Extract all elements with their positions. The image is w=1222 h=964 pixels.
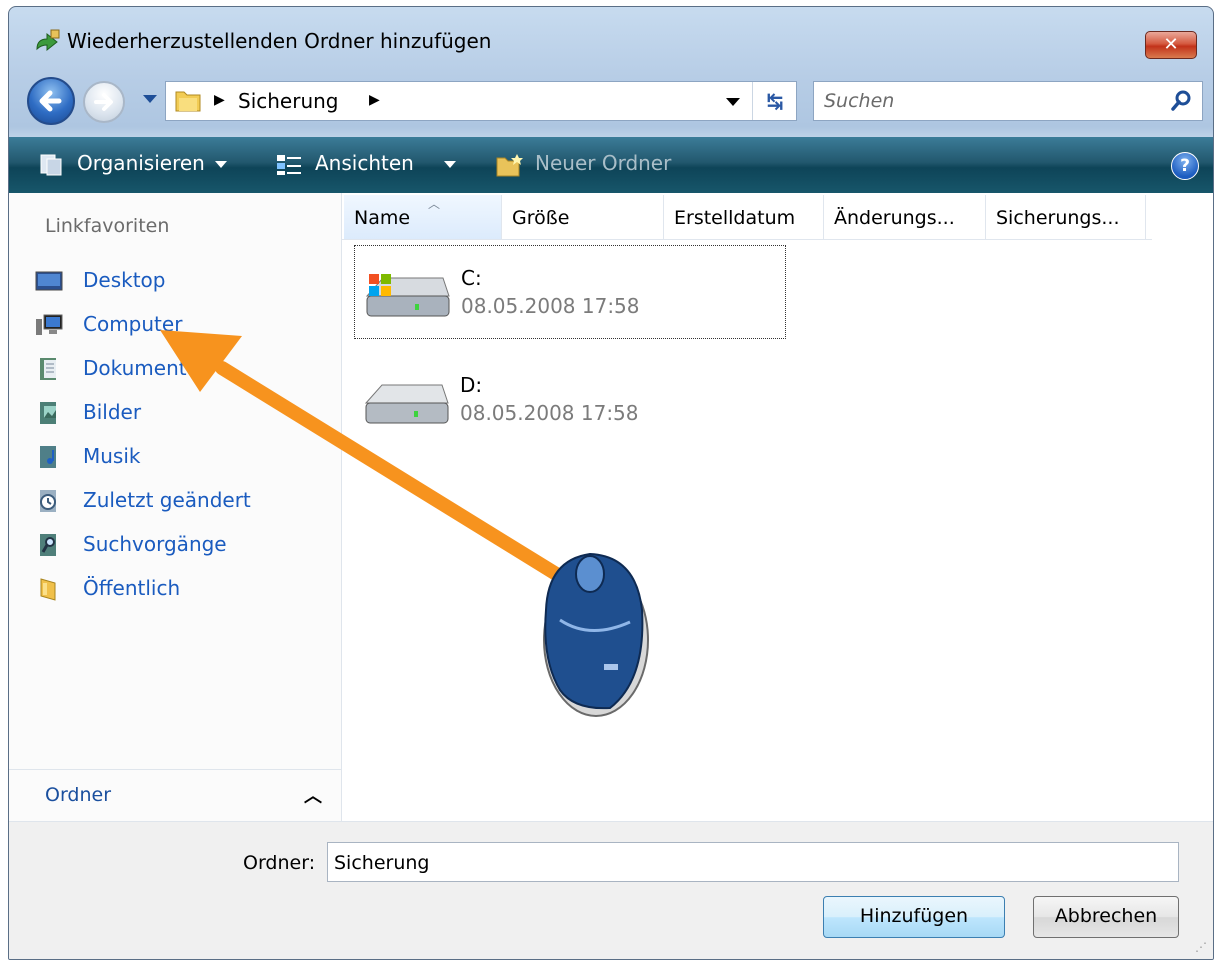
column-header-backup[interactable]: Sicherungs... — [986, 195, 1146, 239]
column-header-modified[interactable]: Änderungs... — [824, 195, 986, 239]
window-title: Wiederherzustellenden Ordner hinzufügen — [67, 29, 492, 53]
sort-ascending-icon: ︿ — [428, 197, 441, 211]
sidebar-item-label: Dokumente — [83, 356, 199, 380]
folder-field[interactable]: Sicherung — [327, 842, 1179, 882]
forward-button[interactable] — [83, 81, 125, 123]
drive-icon — [364, 384, 449, 424]
pictures-icon — [40, 402, 56, 424]
organize-label: Organisieren — [77, 151, 205, 175]
breadcrumb-sicherung[interactable]: Sicherung — [238, 89, 339, 113]
cancel-button[interactable]: Abbrechen — [1033, 896, 1179, 938]
address-bar[interactable]: ▶ Sicherung ▶ ↹ — [165, 81, 797, 121]
column-header-created[interactable]: Erstelldatum — [664, 195, 824, 239]
drive-name: D: — [460, 373, 483, 397]
forward-arrow-icon — [94, 93, 113, 111]
organize-icon — [40, 154, 62, 175]
navigation-bar: ▶ Sicherung ▶ ↹ Suchen — [9, 73, 1213, 129]
drive-name: C: — [461, 266, 482, 290]
new-folder-label: Neuer Ordner — [535, 151, 672, 175]
search-input[interactable]: Suchen — [824, 90, 894, 112]
chevron-down-icon — [214, 161, 227, 168]
back-arrow-icon — [39, 90, 62, 112]
recent-pages-dropdown[interactable] — [143, 95, 157, 103]
new-folder-icon — [496, 153, 523, 176]
desktop-icon — [35, 271, 63, 291]
navigation-pane: Linkfavoriten Desktop Computer Dokumente… — [9, 193, 342, 821]
sidebar-item-music[interactable]: Musik — [35, 441, 335, 475]
file-list: ︿ Name Größe Erstelldatum Änderungs... Si… — [342, 193, 1212, 821]
folders-toggle[interactable]: Ordner ︿ — [9, 769, 341, 822]
chevron-down-icon — [443, 161, 456, 168]
sidebar-item-recent[interactable]: Zuletzt geändert — [35, 485, 335, 519]
sidebar-item-public[interactable]: Öffentlich — [35, 573, 335, 607]
close-icon: ✕ — [1163, 34, 1179, 55]
sidebar-item-label: Desktop — [83, 268, 166, 292]
sidebar-item-label: Suchvorgänge — [83, 532, 227, 556]
sidebar-item-desktop[interactable]: Desktop — [35, 265, 335, 299]
public-folder-icon — [40, 578, 56, 601]
drive-date: 08.05.2008 17:58 — [461, 294, 640, 318]
restore-icon — [36, 29, 60, 52]
add-folder-dialog: Wiederherzustellenden Ordner hinzufügen … — [8, 6, 1214, 960]
drive-date: 08.05.2008 17:58 — [460, 401, 639, 425]
system-drive-icon — [365, 274, 450, 317]
address-dropdown-icon[interactable] — [726, 98, 740, 106]
recent-icon — [40, 490, 56, 512]
back-button[interactable] — [27, 77, 75, 125]
column-header-size[interactable]: Größe — [502, 195, 664, 239]
help-icon[interactable]: ? — [1171, 152, 1199, 180]
folder-label: Ordner: — [243, 852, 316, 874]
sidebar-item-label: Öffentlich — [83, 576, 181, 600]
music-icon — [40, 446, 56, 468]
resize-grip-icon[interactable]: ⋰ — [1195, 940, 1207, 954]
sidebar-item-pictures[interactable]: Bilder — [35, 397, 335, 431]
views-menu[interactable]: Ansichten — [275, 151, 456, 177]
sidebar-item-computer[interactable]: Computer — [35, 309, 335, 343]
favorite-links-heading: Linkfavoriten — [45, 215, 170, 237]
search-icon[interactable] — [1170, 90, 1192, 112]
folder-icon — [175, 91, 201, 112]
views-icon — [277, 154, 301, 175]
sidebar-item-label: Musik — [83, 444, 141, 468]
sidebar-item-documents[interactable]: Dokumente — [35, 353, 335, 387]
add-button[interactable]: Hinzufügen — [823, 896, 1005, 938]
sidebar-item-label: Bilder — [83, 400, 142, 424]
list-item[interactable]: C: 08.05.2008 17:58 — [354, 245, 786, 339]
documents-icon — [40, 358, 56, 380]
column-header-name[interactable]: ︿ Name — [344, 195, 502, 239]
column-header-row: ︿ Name Größe Erstelldatum Änderungs... Si… — [342, 195, 1152, 240]
command-bar: Organisieren Ansichten Neuer Ordner ? — [9, 137, 1213, 193]
searches-icon — [40, 534, 56, 556]
sidebar-item-label: Computer — [83, 312, 183, 336]
title-bar: Wiederherzustellenden Ordner hinzufügen … — [9, 7, 1213, 79]
sidebar-item-searches[interactable]: Suchvorgänge — [35, 529, 335, 563]
main-content: Linkfavoriten Desktop Computer Dokumente… — [9, 193, 1213, 821]
list-item[interactable]: D: 08.05.2008 17:58 — [354, 353, 784, 445]
sidebar-item-label: Zuletzt geändert — [83, 488, 251, 512]
views-label: Ansichten — [315, 151, 414, 175]
breadcrumb-separator-icon[interactable]: ▶ — [214, 92, 225, 108]
folders-toggle-label: Ordner — [45, 784, 112, 806]
search-box[interactable]: Suchen — [813, 81, 1203, 121]
breadcrumb-separator-icon[interactable]: ▶ — [369, 92, 380, 108]
new-folder-button[interactable]: Neuer Ordner — [495, 151, 671, 178]
computer-icon — [36, 314, 63, 335]
refresh-icon[interactable]: ↹ — [752, 82, 797, 120]
organize-menu[interactable]: Organisieren — [39, 151, 227, 177]
close-button[interactable]: ✕ — [1145, 31, 1197, 59]
chevron-up-icon[interactable]: ︿ — [304, 782, 322, 808]
dialog-footer: Ordner: Sicherung Hinzufügen Abbrechen ⋰ — [9, 821, 1213, 959]
